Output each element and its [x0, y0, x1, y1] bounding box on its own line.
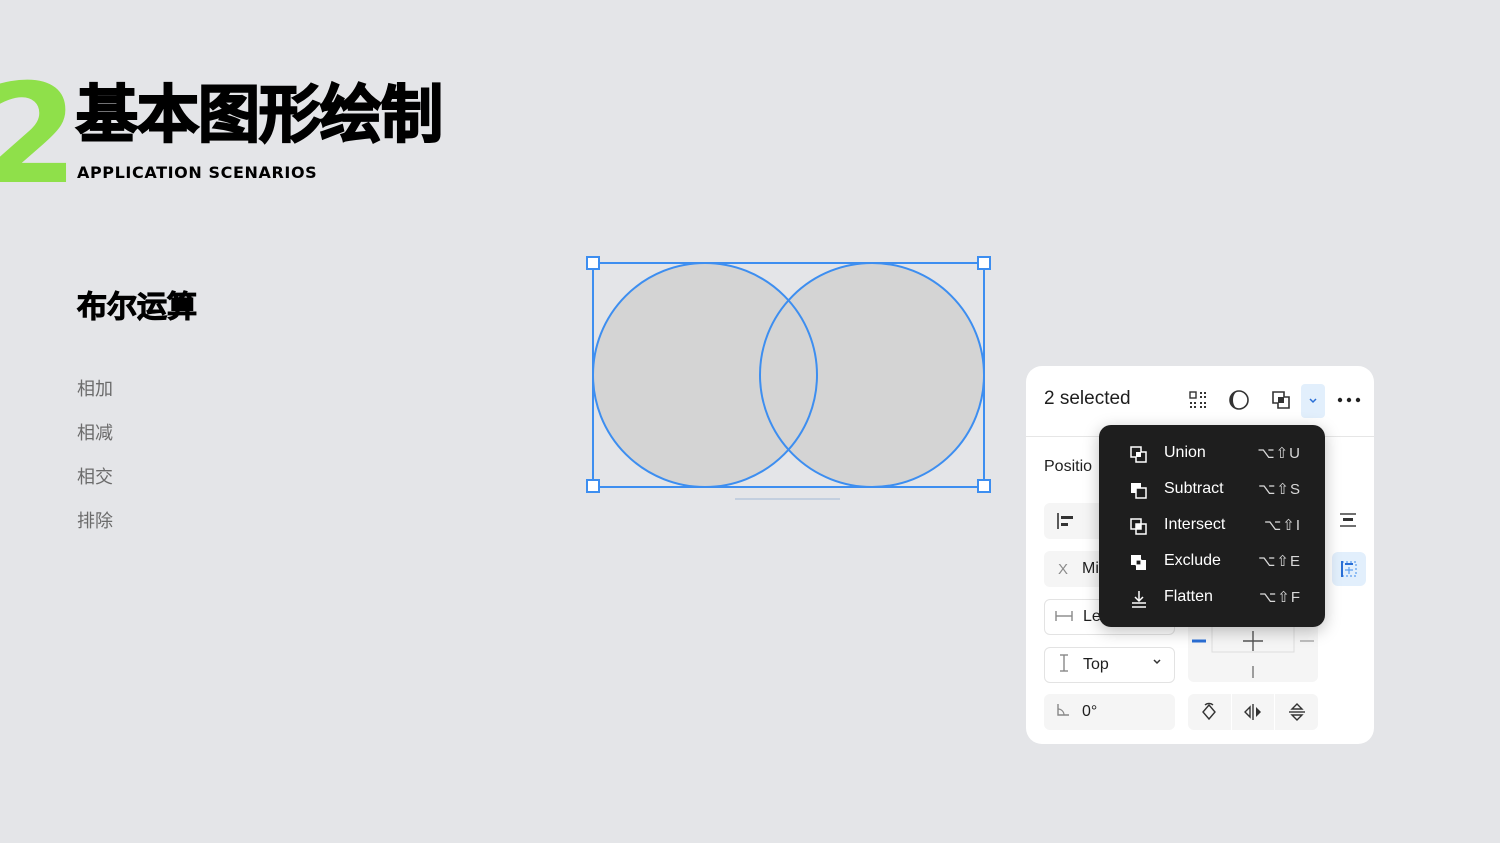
flip-vertical-icon [1288, 703, 1305, 721]
flip-vertical-button[interactable] [1275, 694, 1318, 730]
menu-shortcut: ⌥⇧E [1258, 553, 1301, 570]
x-value[interactable]: Mi [1082, 560, 1099, 578]
operations-list: 相加 相减 相交 排除 [77, 376, 113, 552]
x-label: X [1057, 560, 1068, 578]
operation-subtract: 相减 [77, 423, 113, 443]
menu-item-union[interactable]: Union ⌥⇧U [1099, 436, 1325, 472]
operation-intersect: 相交 [77, 467, 113, 487]
operation-exclude: 排除 [77, 511, 113, 531]
component-grid-icon[interactable] [1186, 388, 1210, 412]
rotate-90-button[interactable] [1188, 694, 1232, 730]
intersect-icon [1129, 517, 1149, 537]
menu-label: Subtract [1164, 480, 1224, 497]
horizontal-constraint-icon [1051, 609, 1077, 626]
boolean-operations-menu: Union ⌥⇧U Subtract ⌥⇧S Intersect ⌥⇧I Exc… [1099, 425, 1325, 627]
flip-horizontal-icon [1244, 704, 1261, 720]
slide-subtitle: APPLICATION SCENARIOS [77, 163, 318, 182]
chevron-down-icon [1152, 657, 1162, 669]
resize-handle-bl[interactable] [586, 479, 600, 493]
rotation-icon [1050, 703, 1076, 721]
section-title: 布尔运算 [77, 290, 198, 326]
chevron-down-icon [1309, 398, 1317, 404]
slide-title: 基本图形绘制 [75, 77, 444, 152]
resize-handle-tr[interactable] [977, 256, 991, 270]
circle-right[interactable] [760, 263, 984, 487]
menu-item-subtract[interactable]: Subtract ⌥⇧S [1099, 472, 1325, 508]
operation-union: 相加 [77, 379, 113, 399]
menu-shortcut: ⌥⇧S [1258, 481, 1301, 498]
transform-button-group [1188, 694, 1318, 730]
resize-handle-br[interactable] [977, 479, 991, 493]
boolean-dropdown-button[interactable] [1301, 384, 1325, 418]
design-canvas[interactable] [580, 250, 1000, 510]
menu-shortcut: ⌥⇧U [1257, 445, 1301, 462]
menu-shortcut: ⌥⇧I [1263, 517, 1301, 534]
resize-handle-tl[interactable] [586, 256, 600, 270]
constraint-widget[interactable] [1188, 621, 1318, 682]
align-left-icon [1057, 513, 1073, 529]
menu-shortcut: ⌥⇧F [1258, 589, 1301, 606]
position-label: Positio [1044, 458, 1093, 475]
more-options-icon[interactable] [1335, 388, 1363, 412]
menu-label: Exclude [1164, 552, 1221, 569]
flatten-icon [1129, 589, 1149, 609]
menu-label: Intersect [1164, 516, 1226, 533]
slide-number: 2 [0, 54, 78, 215]
constrain-toggle-button[interactable] [1332, 552, 1366, 586]
menu-label: Union [1164, 444, 1206, 461]
rotate-icon [1202, 702, 1217, 721]
menu-item-intersect[interactable]: Intersect ⌥⇧I [1099, 508, 1325, 544]
constraint-frame-icon [1341, 561, 1357, 577]
rotation-field[interactable]: 0° [1044, 694, 1175, 730]
vertical-constraint-icon [1051, 654, 1077, 676]
subtract-icon [1129, 481, 1149, 501]
vertical-constraint-select[interactable]: Top [1044, 647, 1175, 683]
menu-item-flatten[interactable]: Flatten ⌥⇧F [1099, 580, 1325, 616]
exclude-icon [1129, 553, 1149, 573]
menu-label: Flatten [1164, 588, 1213, 605]
rotation-value[interactable]: 0° [1082, 703, 1097, 721]
align-middle-icon[interactable] [1339, 512, 1357, 533]
vertical-constraint-value: Top [1083, 656, 1109, 673]
union-icon [1129, 445, 1149, 465]
boolean-union-icon[interactable] [1269, 388, 1293, 412]
mask-icon[interactable] [1227, 388, 1251, 412]
flip-horizontal-button[interactable] [1232, 694, 1276, 730]
selection-count: 2 selected [1044, 388, 1131, 409]
menu-item-exclude[interactable]: Exclude ⌥⇧E [1099, 544, 1325, 580]
